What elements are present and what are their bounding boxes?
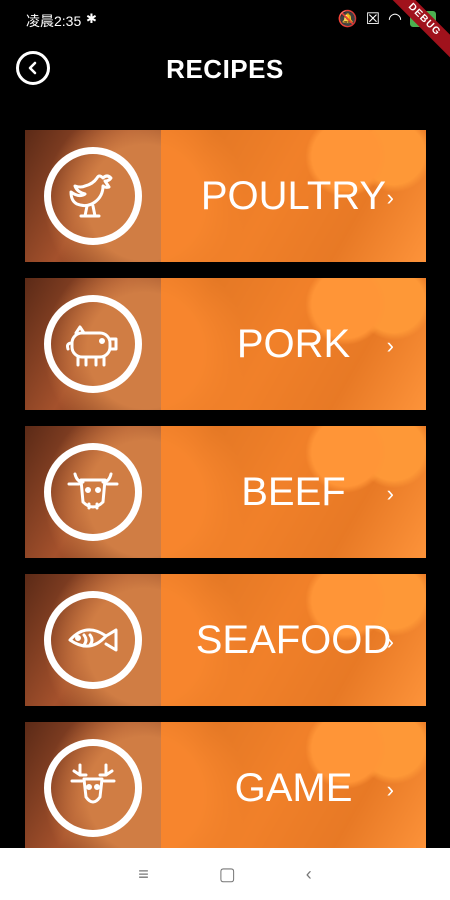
category-card-beef[interactable]: BEEF › [25, 426, 426, 558]
home-icon[interactable]: ▢ [219, 864, 236, 885]
category-card-poultry[interactable]: POULTRY › [25, 130, 426, 262]
category-card-game[interactable]: GAME › [25, 722, 426, 854]
chicken-icon [44, 147, 142, 245]
category-card-pork[interactable]: PORK › [25, 278, 426, 410]
menu-icon[interactable]: ≡ [138, 864, 149, 885]
deer-icon [44, 739, 142, 837]
category-card-seafood[interactable]: SEAFOOD › [25, 574, 426, 706]
chevron-right-icon: › [386, 629, 394, 654]
chevron-right-icon: › [386, 185, 394, 210]
wifi-icon: ◠ [388, 11, 402, 28]
system-nav-bar: ≡ ▢ ‹ [0, 848, 450, 900]
back-nav-icon[interactable]: ‹ [306, 864, 312, 885]
category-list: POULTRY › PORK › BEEF › SEAFOOD › GAME › [25, 130, 426, 870]
chevron-right-icon: › [386, 777, 394, 802]
sim-icon: ☒ [365, 11, 381, 28]
pig-icon [44, 295, 142, 393]
chevron-right-icon: › [386, 333, 394, 358]
status-bar: 凌晨2:35 ✱ 🔕 ☒ ◠ 100 DEBUG [0, 0, 450, 69]
fish-icon [44, 591, 142, 689]
cow-icon [44, 443, 142, 541]
app-bar: RECIPES [0, 40, 450, 100]
bluetooth-icon: ✱ [86, 11, 97, 26]
page-title: RECIPES [166, 54, 284, 84]
chevron-right-icon: › [386, 481, 394, 506]
status-time: 凌晨2:35 [26, 13, 82, 29]
mute-icon: 🔕 [337, 11, 358, 28]
